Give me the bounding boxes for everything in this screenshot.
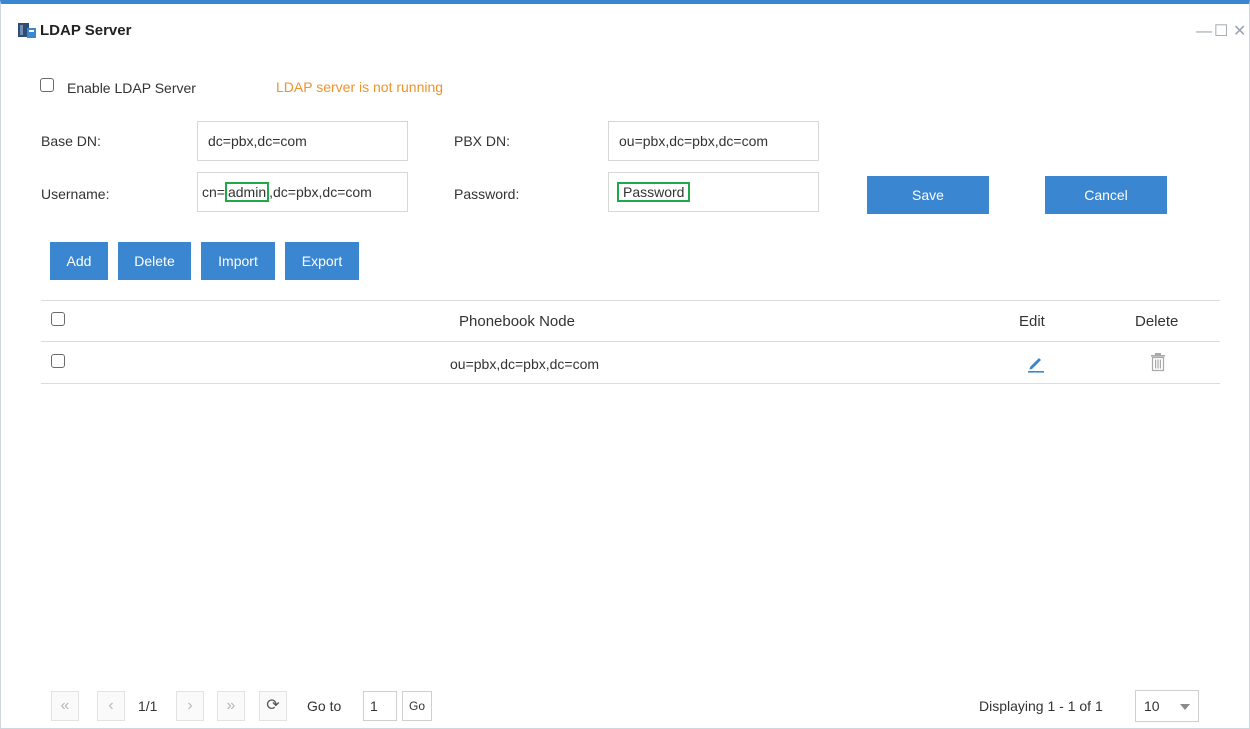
ldap-server-window: LDAP Server — ☐ ✕ Enable LDAP Server LDA… [0,0,1250,729]
header-divider [41,341,1220,342]
export-button[interactable]: Export [285,242,359,280]
goto-label: Go to [307,698,342,714]
row-phonebook-node: ou=pbx,dc=pbx,dc=com [450,356,600,372]
page-indicator: 1/1 [138,698,158,714]
delete-button[interactable]: Delete [118,242,191,280]
username-prefix: cn= [202,184,225,200]
enable-ldap-label: Enable LDAP Server [67,80,196,96]
table-top-border [41,300,1220,301]
page-size-select[interactable]: 10 [1135,690,1199,722]
window-title: LDAP Server [40,22,132,39]
chevron-down-icon [1180,704,1190,710]
minimize-icon[interactable]: — [1196,24,1212,40]
save-button[interactable]: Save [867,176,989,214]
password-input[interactable]: Password [608,172,819,212]
select-all-checkbox[interactable] [51,312,65,326]
header-delete: Delete [1135,313,1179,330]
goto-page-input[interactable]: 1 [363,691,397,721]
add-button[interactable]: Add [50,242,108,280]
first-page-icon[interactable]: « [51,691,79,721]
next-page-icon[interactable]: › [176,691,204,721]
close-icon[interactable]: ✕ [1233,24,1246,40]
header-edit: Edit [1019,313,1045,330]
row-checkbox[interactable] [51,354,65,368]
ldap-server-icon [18,23,36,38]
edit-icon[interactable] [1027,353,1045,373]
title-bar: LDAP Server — ☐ ✕ [1,8,1249,52]
displaying-text: Displaying 1 - 1 of 1 [979,698,1103,714]
enable-ldap-checkbox[interactable] [40,78,54,92]
last-page-icon[interactable]: » [217,691,245,721]
username-highlight: admin [224,182,270,202]
password-label: Password: [454,186,520,202]
prev-page-icon[interactable]: ‹ [97,691,125,721]
go-button[interactable]: Go [402,691,432,721]
cancel-button[interactable]: Cancel [1045,176,1167,214]
username-input[interactable]: cn= admin ,dc=pbx,dc=com [197,172,408,212]
username-suffix: ,dc=pbx,dc=com [269,184,372,200]
maximize-icon[interactable]: ☐ [1214,24,1228,40]
base-dn-label: Base DN: [41,133,101,149]
header-phonebook-node: Phonebook Node [459,313,575,330]
import-button[interactable]: Import [201,242,275,280]
base-dn-input[interactable]: dc=pbx,dc=com [197,121,408,161]
password-value: Password [617,182,691,202]
trash-icon[interactable] [1150,352,1166,372]
username-label: Username: [41,186,110,202]
status-text: LDAP server is not running [276,79,444,95]
refresh-icon[interactable]: ⟳ [259,691,287,721]
page-size-value: 10 [1144,698,1160,714]
pbx-dn-input[interactable]: ou=pbx,dc=pbx,dc=com [608,121,819,161]
row-divider [41,383,1220,384]
pbx-dn-label: PBX DN: [454,133,511,149]
